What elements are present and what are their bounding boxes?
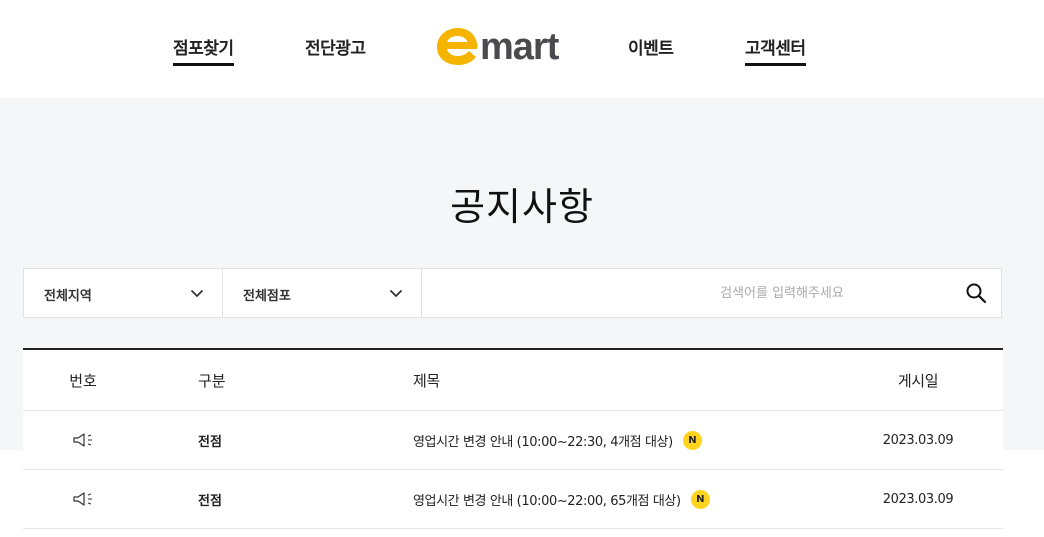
region-select-label: 전체지역 [44, 289, 92, 304]
nav-events[interactable]: 이벤트 [628, 34, 674, 59]
column-header-title: 제목 [413, 371, 440, 390]
new-badge: N [690, 489, 710, 509]
row-title: 영업시간 변경 안내 (10:00~22:30, 4개점 대상) [413, 434, 673, 450]
logo-text: mart [480, 26, 560, 68]
row-title: 영업시간 변경 안내 (10:00~22:00, 65개점 대상) [413, 493, 681, 509]
notice-table: 번호 구분 제목 게시일 전점 영업시간 변경 안내 (10:00~22:30,… [23, 348, 1003, 529]
row-title-link[interactable]: 영업시간 변경 안내 (10:00~22:00, 65개점 대상) N [413, 470, 710, 528]
column-header-category: 구분 [198, 371, 226, 390]
store-select-label: 전체점포 [243, 289, 291, 304]
row-number [23, 411, 143, 469]
search-icon[interactable] [965, 282, 987, 304]
new-badge: N [682, 430, 702, 450]
table-row[interactable]: 전점 영업시간 변경 안내 (10:00~22:00, 65개점 대상) N 2… [23, 470, 1003, 529]
table-row[interactable]: 전점 영업시간 변경 안내 (10:00~22:30, 4개점 대상) N 20… [23, 411, 1003, 470]
filter-bar: 전체지역 전체점포 [23, 268, 1042, 318]
table-header: 번호 구분 제목 게시일 [23, 350, 1003, 411]
column-header-date: 게시일 [897, 371, 939, 390]
search-box [422, 269, 1042, 317]
chevron-down-icon [190, 289, 204, 298]
search-input[interactable] [522, 269, 1042, 317]
row-category: 전점 [198, 493, 222, 509]
column-header-no: 번호 [69, 371, 97, 390]
site-header: 점포찾기 전단광고 mart 이벤트 고객센터 [0, 0, 1044, 98]
chevron-down-icon [389, 289, 403, 298]
row-date: 2023.03.09 [882, 432, 954, 448]
nav-store-finder[interactable]: 점포찾기 [173, 34, 234, 66]
nav-flyer[interactable]: 전단광고 [305, 34, 366, 59]
megaphone-icon [73, 492, 92, 506]
megaphone-icon [73, 433, 92, 447]
row-title-link[interactable]: 영업시간 변경 안내 (10:00~22:30, 4개점 대상) N [413, 411, 702, 469]
page-title: 공지사항 [450, 185, 594, 229]
row-date: 2023.03.09 [882, 491, 954, 507]
nav-customer-center[interactable]: 고객센터 [745, 34, 806, 66]
row-number [23, 470, 143, 528]
store-select[interactable]: 전체점포 [223, 269, 422, 317]
row-category: 전점 [198, 434, 222, 450]
emart-logo[interactable]: mart [436, 22, 560, 68]
region-select[interactable]: 전체지역 [24, 269, 223, 317]
